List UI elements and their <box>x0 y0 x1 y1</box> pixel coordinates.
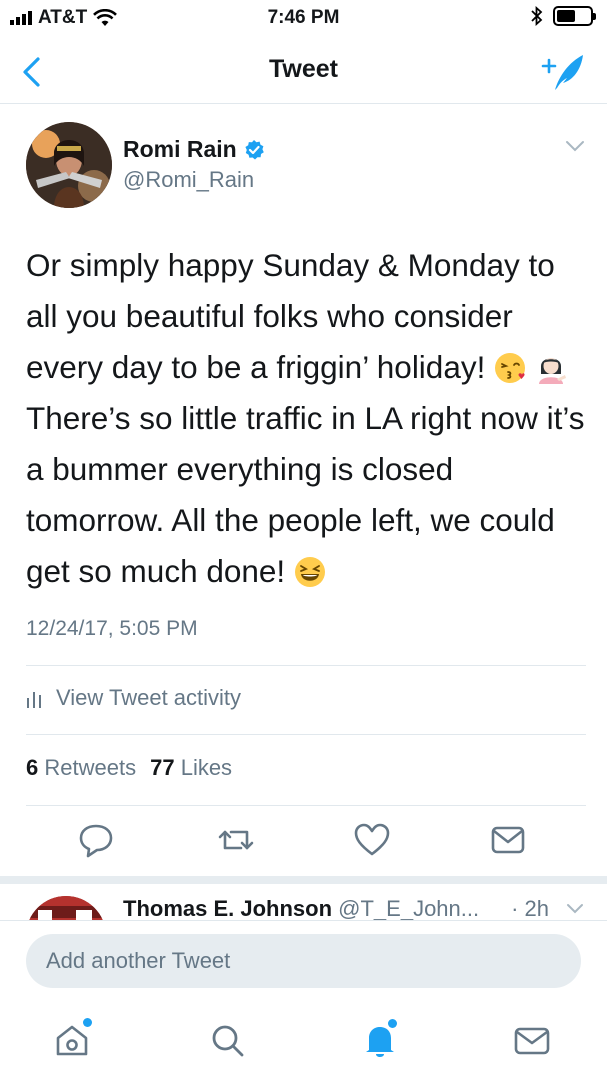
reply-avatar-image <box>26 896 106 920</box>
reply-icon[interactable] <box>76 820 116 860</box>
tab-search[interactable] <box>205 1018 249 1062</box>
reply-time: · 2h <box>511 896 549 920</box>
reply-avatar[interactable] <box>26 896 106 920</box>
status-right <box>531 6 596 26</box>
author-name[interactable]: Romi Rain <box>123 136 265 163</box>
divider <box>26 734 586 735</box>
author-avatar[interactable] <box>26 122 112 208</box>
compose-placeholder: Add another Tweet <box>46 948 231 973</box>
page-title: Tweet <box>269 55 338 83</box>
reply-separator <box>0 876 607 884</box>
status-time: 7:46 PM <box>267 7 340 28</box>
tweet-text-part1: Or simply happy Sunday & Monday to all y… <box>26 247 555 385</box>
verified-badge-icon <box>245 139 264 159</box>
reply-author-name: Thomas E. Johnson <box>123 896 333 920</box>
person-tipping-hand-emoji-icon <box>538 358 566 384</box>
tweet-actions <box>26 820 586 866</box>
likes-stat[interactable]: 77 Likes <box>150 755 232 781</box>
retweet-count: 6 <box>26 755 39 780</box>
retweet-label: Retweets <box>44 755 137 780</box>
tab-home[interactable] <box>50 1018 94 1062</box>
tab-messages[interactable] <box>510 1018 554 1062</box>
tweet-text: Or simply happy Sunday & Monday to all y… <box>26 240 586 597</box>
avatar-image <box>26 122 112 208</box>
unread-dot <box>83 1018 92 1027</box>
retweet-icon[interactable] <box>216 820 256 860</box>
tweet-timestamp: 12/24/17, 5:05 PM <box>26 617 198 640</box>
reply-compose-bar: Add another Tweet <box>0 920 607 1008</box>
view-tweet-activity-link[interactable]: View Tweet activity <box>26 685 241 711</box>
unread-dot <box>388 1019 397 1028</box>
add-another-tweet-input[interactable]: Add another Tweet <box>26 934 581 988</box>
activity-label: View Tweet activity <box>56 685 242 710</box>
compose-tweet-icon[interactable] <box>541 50 587 94</box>
reply-author[interactable]: Thomas E. Johnson @T_E_John... <box>123 896 479 920</box>
nav-bar: Tweet <box>0 40 607 104</box>
bluetooth-icon <box>531 6 543 26</box>
status-bar: AT&T 7:46 PM <box>0 0 607 40</box>
messages-envelope-icon <box>514 1027 550 1055</box>
divider <box>26 665 586 666</box>
chevron-down-icon[interactable] <box>565 902 585 916</box>
tweet-header: Romi Rain @Romi_Rain <box>26 122 586 212</box>
author-handle[interactable]: @Romi_Rain <box>123 167 254 193</box>
kissing-face-emoji-icon <box>495 353 526 383</box>
chevron-down-icon[interactable] <box>564 138 586 154</box>
grinning-squinting-face-emoji-icon <box>294 557 325 587</box>
bottom-tab-bar <box>0 1008 607 1080</box>
like-count: 77 <box>150 755 175 780</box>
divider <box>26 805 586 806</box>
reply-tweet-row[interactable]: Thomas E. Johnson @T_E_John... · 2h <box>0 884 607 920</box>
author-name-text: Romi Rain <box>123 136 237 162</box>
retweets-stat[interactable]: 6 Retweets <box>26 755 136 781</box>
reply-author-handle: @T_E_John... <box>338 896 480 920</box>
like-label: Likes <box>180 755 233 780</box>
search-icon <box>212 1025 244 1057</box>
activity-bars-icon <box>27 692 41 708</box>
direct-message-icon[interactable] <box>488 820 528 860</box>
like-heart-icon[interactable] <box>352 820 392 860</box>
tweet-stats: 6 Retweets 77 Likes <box>26 755 232 781</box>
tab-notifications[interactable] <box>358 1018 402 1062</box>
battery-icon <box>553 6 596 26</box>
